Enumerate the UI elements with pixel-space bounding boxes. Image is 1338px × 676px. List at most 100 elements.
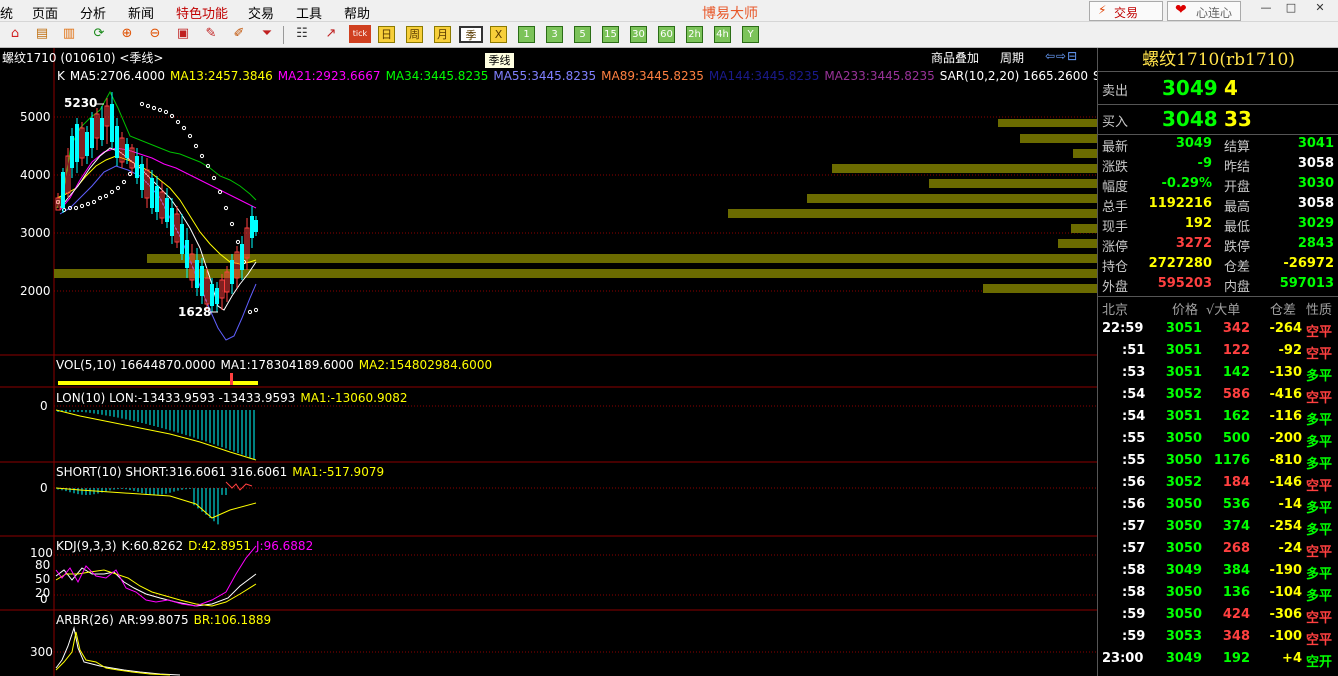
candle-body	[215, 288, 219, 304]
app-window: 统 页面 分析 新闻 特色功能 交易 工具 帮助 博易大师 ⚡ 交易 ❤ 心连心…	[0, 0, 1338, 676]
refresh-icon[interactable]: ⟳	[90, 25, 108, 43]
tick-vol: 268	[1222, 541, 1250, 556]
period-quarter-button[interactable]: 季	[459, 26, 483, 43]
period-day-button[interactable]: 日	[378, 26, 395, 43]
draw-tool-icon[interactable]: ✐	[230, 25, 248, 43]
menu-tools[interactable]: 工具	[296, 3, 322, 22]
tick-vol: 536	[1222, 497, 1250, 512]
tick-nature: 多平	[1306, 457, 1333, 472]
pen-icon[interactable]: ✎	[202, 25, 220, 43]
stat-label: 外盘	[1102, 280, 1129, 295]
filter-icon[interactable]: ⏷	[258, 25, 276, 43]
stat-value: -26972	[1283, 256, 1334, 271]
legend-item: MA1:-517.9079	[292, 465, 385, 479]
minimize-icon[interactable]: —	[1256, 1, 1276, 16]
zoom-out-icon[interactable]: ⊖	[146, 25, 164, 43]
tick-nature: 空平	[1306, 611, 1333, 626]
candle-body	[61, 172, 65, 208]
panel-arrows-icon[interactable]: ⇦⇨⊟	[1045, 49, 1078, 63]
tick-nature: 多平	[1306, 501, 1333, 516]
candle-body	[140, 164, 144, 190]
candle-body	[210, 284, 214, 306]
legend-item: VOL(5,10) 16644870.0000	[56, 358, 216, 372]
maximize-icon[interactable]: □	[1281, 1, 1301, 16]
year-button[interactable]: Y	[742, 26, 759, 43]
table-icon[interactable]: ☷	[293, 25, 311, 43]
sar-dot	[253, 307, 259, 313]
tick-nature: 多平	[1306, 567, 1333, 582]
tick-price: 3053	[1165, 629, 1202, 644]
price-axis-label: 2000	[20, 284, 51, 298]
stat-label: 跌停	[1224, 240, 1251, 255]
legend-item: MA13:2457.3846	[170, 69, 273, 83]
minute-1-button[interactable]: 1	[518, 26, 535, 43]
menu-news[interactable]: 新闻	[128, 3, 154, 22]
price-axis-label: 5000	[20, 110, 51, 124]
stat-value: -0.29%	[1161, 176, 1213, 191]
tick-chart-icon[interactable]: tick	[349, 25, 371, 43]
minute-5-button[interactable]: 5	[574, 26, 591, 43]
trend-icon[interactable]: ↗	[322, 25, 340, 43]
tick-nature: 多平	[1306, 523, 1333, 538]
heart-button[interactable]: ❤ 心连心	[1167, 1, 1241, 21]
ma-legend: K MA5:2706.4000 MA13:2457.3846 MA21:2923.66…	[57, 69, 1175, 83]
stat-label: 仓差	[1224, 260, 1251, 275]
price-axis-label: 4000	[20, 168, 51, 182]
stat-value: 3041	[1297, 136, 1334, 151]
sar-dot	[175, 119, 181, 125]
candle-body	[254, 220, 258, 232]
tick-price: 3051	[1165, 321, 1202, 336]
period-month-button[interactable]: 月	[434, 26, 451, 43]
tick-vol: 342	[1222, 321, 1250, 336]
volume-profile-bar	[832, 164, 1097, 173]
minute-30-button[interactable]: 30	[630, 26, 647, 43]
close-icon[interactable]: ✕	[1310, 1, 1330, 16]
sar-dot	[139, 101, 145, 107]
notebook-icon[interactable]: ▤	[33, 25, 51, 43]
tick-diff: -100	[1269, 629, 1302, 644]
tick-row: :53 3051 142 -130 多平	[1098, 362, 1338, 384]
tick-price: 3050	[1165, 541, 1202, 556]
window-icon[interactable]: ▣	[174, 25, 192, 43]
ticks-header-cell: 价格	[1172, 303, 1199, 318]
zoom-in-icon[interactable]: ⊕	[118, 25, 136, 43]
menu-system[interactable]: 统	[0, 3, 13, 22]
tick-vol: 424	[1222, 607, 1250, 622]
home-icon[interactable]: ⌂	[6, 25, 24, 43]
tick-vol: 500	[1222, 431, 1250, 446]
hour-2-button[interactable]: 2h	[686, 26, 703, 43]
ticks-header-cell: 性质	[1306, 303, 1333, 318]
tick-row: 22:59 3051 342 -264 空平	[1098, 318, 1338, 340]
menu-help[interactable]: 帮助	[344, 3, 370, 22]
tick-price: 3050	[1165, 585, 1202, 600]
minute-60-button[interactable]: 60	[658, 26, 675, 43]
menu-features[interactable]: 特色功能	[176, 3, 228, 22]
period-x-button[interactable]: X	[490, 26, 507, 43]
quote-panel: 螺纹1710(rb1710) 卖出 3049 4 买入 3048 33 最新 30…	[1097, 48, 1338, 676]
chart-area[interactable]: 螺纹1710 (010610) <季线> 商品叠加 周期 ⇦⇨⊟ K MA5:27…	[0, 48, 1170, 676]
candle-body	[155, 186, 159, 212]
hour-4-button[interactable]: 4h	[714, 26, 731, 43]
menu-analysis[interactable]: 分析	[80, 3, 106, 22]
tick-diff: -306	[1269, 607, 1302, 622]
minute-3-button[interactable]: 3	[546, 26, 563, 43]
trade-button[interactable]: ⚡ 交易	[1089, 1, 1163, 21]
tick-vol: 374	[1222, 519, 1250, 534]
bar-chart-icon[interactable]: ▥	[60, 25, 78, 43]
heart-icon: ❤	[1175, 2, 1187, 18]
menu-trade[interactable]: 交易	[248, 3, 274, 22]
overlay-link[interactable]: 商品叠加	[931, 49, 979, 66]
period-week-button[interactable]: 周	[406, 26, 423, 43]
cycle-link[interactable]: 周期	[1000, 49, 1024, 66]
stat-value: 3058	[1297, 196, 1334, 211]
legend-item: ARBR(26)	[56, 613, 114, 627]
sar-dot	[223, 205, 229, 211]
tick-diff: -14	[1278, 497, 1303, 512]
sar-dot	[79, 203, 85, 209]
legend-item: MA89:3445.8235	[601, 69, 704, 83]
minute-15-button[interactable]: 15	[602, 26, 619, 43]
kdj-axis-label: 50	[35, 572, 51, 586]
tick-row: :58 3049 384 -190 多平	[1098, 560, 1338, 582]
tick-diff: -416	[1269, 387, 1302, 402]
menu-page[interactable]: 页面	[32, 3, 58, 22]
